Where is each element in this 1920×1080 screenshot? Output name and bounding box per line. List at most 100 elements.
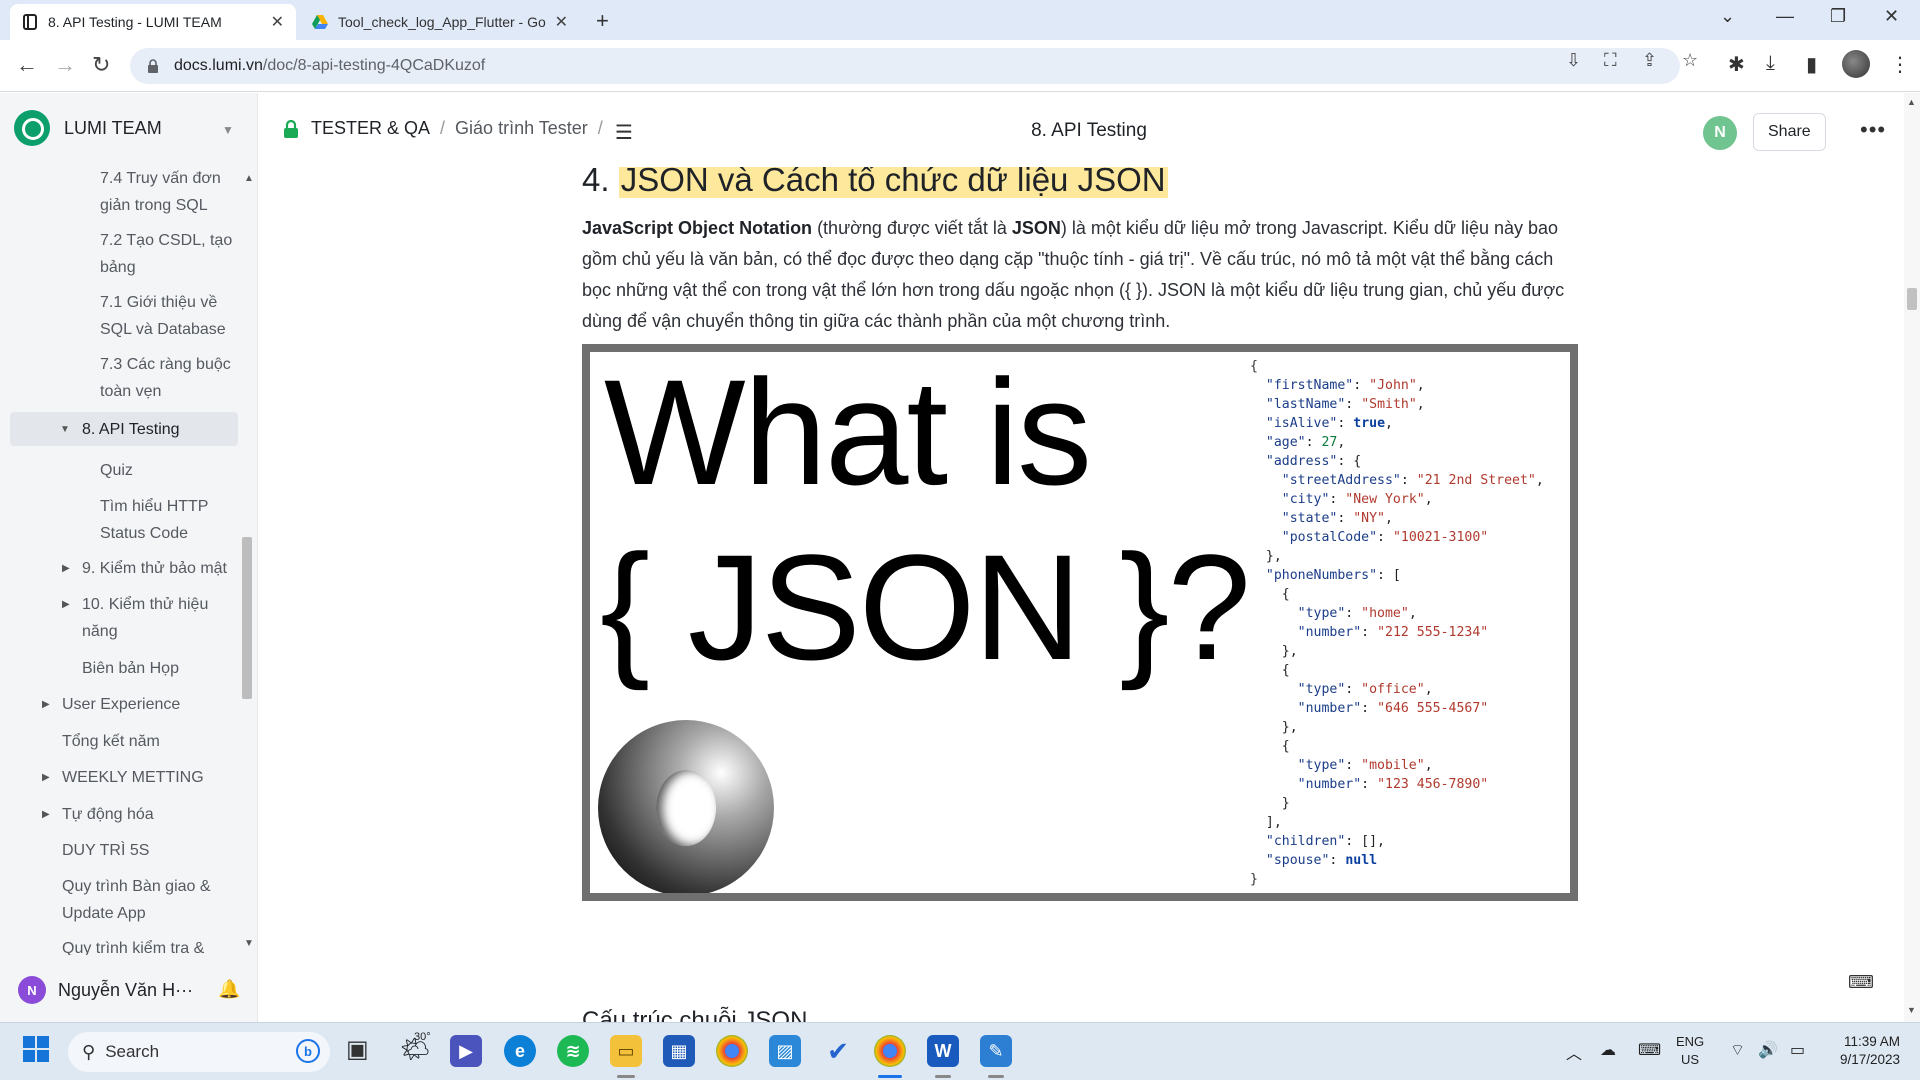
show-hidden-icons-icon[interactable]: ︿ [1566,1040,1582,1064]
url-host: docs.lumi.vn [174,57,263,74]
battery-icon[interactable]: ▭ [1790,1040,1805,1060]
heading-text: JSON và Cách tổ chức dữ liệu JSON [618,167,1168,198]
share-page-icon[interactable]: ⇪ [1642,50,1657,71]
bing-icon[interactable]: b [296,1039,320,1063]
taskbar-search[interactable]: ⚲ Search b [68,1032,330,1072]
collapsed-triangle-icon[interactable]: ▶ [62,563,70,574]
download-icon[interactable]: ⤓ [1766,52,1775,75]
collapsed-triangle-icon[interactable]: ▶ [42,699,50,710]
sidebar-item-http-status[interactable]: Tìm hiểu HTTP Status Code [100,493,208,547]
tab-api-testing[interactable]: 8. API Testing - LUMI TEAM ✕ [10,4,296,40]
google-drive-icon [312,14,328,30]
collapsed-triangle-icon[interactable]: ▶ [42,809,50,820]
region-code: US [1681,1052,1700,1067]
page-scrollbar[interactable]: ▲ ▼ [1904,93,1920,1022]
edge-icon[interactable]: e [504,1035,536,1067]
expanded-triangle-icon[interactable]: ▼ [60,416,70,443]
sidebar-scrollbar-thumb[interactable] [242,537,252,699]
sidebar-item-7-3[interactable]: 7.3 Các ràng buộc toàn vẹn [100,351,231,405]
language-code: ENG [1676,1034,1705,1049]
sidebar-item-weekly-metting[interactable]: WEEKLY METTING [62,764,204,791]
sidebar-item-7-2[interactable]: 7.2 Tạo CSDL, tạo bảng [100,227,232,281]
page-scroll-down-icon[interactable]: ▼ [1907,1005,1916,1015]
sidebar-item-label: DUY TRÌ 5S [62,842,150,859]
sidebar-item-year-summary[interactable]: Tổng kết năm [62,728,160,755]
sidebar-item-7-4[interactable]: 7.4 Truy vấn đơn giản trong SQL [100,165,221,219]
task-view-icon[interactable]: ▣ [346,1035,369,1064]
page-scrollbar-thumb[interactable] [1907,288,1917,310]
forward-arrow-icon[interactable]: → [54,52,76,78]
reload-icon[interactable]: ↻ [92,52,110,78]
figure-headline-line1: What is [604,348,1092,516]
tab-search-chevron-icon[interactable]: ⌄ [1720,6,1735,27]
chrome-icon[interactable] [716,1035,748,1067]
sidebar-item-5s[interactable]: DUY TRÌ 5S [62,837,149,864]
sidebar-item-automation[interactable]: Tự động hóa [62,801,154,828]
address-bar[interactable]: docs.lumi.vn/doc/8-api-testing-4QCaDKuzo… [130,48,1680,84]
sidebar-item-handover[interactable]: Quy trình Bàn giao & Update App [62,873,211,927]
close-tab-icon[interactable]: ✕ [271,12,284,32]
notification-bell-icon[interactable]: 🔔 [218,979,240,1000]
sidebar-item-security-testing[interactable]: 9. Kiểm thử bảo mật [82,555,227,582]
language-indicator[interactable]: ENG US [1676,1033,1704,1069]
bookmark-star-icon[interactable]: ☆ [1682,50,1698,71]
share-button[interactable]: Share [1753,113,1826,151]
back-arrow-icon[interactable]: ← [16,52,38,78]
extensions-icon[interactable]: ✱ [1728,52,1745,77]
microsoft-store-icon[interactable]: ▦ [663,1035,695,1067]
browser-menu-icon[interactable]: ⋮ [1890,52,1910,77]
sidebar: LUMI TEAM ▼ 7.4 Truy vấn đơn giản trong S… [0,93,258,1022]
minimize-icon[interactable]: — [1776,6,1794,27]
chrome-profile-icon[interactable] [874,1035,906,1067]
user-avatar: N [18,976,46,1004]
paint-app-icon[interactable]: ✎ [980,1035,1012,1067]
collapsed-triangle-icon[interactable]: ▶ [42,772,50,783]
profile-avatar[interactable] [1842,50,1870,78]
sidebar-item-quiz[interactable]: Quiz [100,457,133,484]
workspace-switcher[interactable]: LUMI TEAM [14,110,162,146]
side-panel-icon[interactable]: ▮ [1806,52,1817,77]
keyboard-layout-icon[interactable]: ⌨ [1638,1040,1661,1060]
close-tab-icon[interactable]: ✕ [555,12,568,32]
onedrive-cloud-icon[interactable]: ☁ [1600,1040,1616,1060]
word-icon[interactable]: W [927,1035,959,1067]
bold-term: JSON [1011,218,1061,238]
running-indicator [617,1075,635,1078]
collapsed-triangle-icon[interactable]: ▶ [62,599,70,610]
sidebar-item-label: 10. Kiểm thử hiệu [82,596,209,613]
current-user[interactable]: N Nguyễn Văn H··· [18,976,193,1004]
sidebar-item-label: Quy trình kiểm tra & [62,940,205,955]
sidebar-item-performance-testing[interactable]: 10. Kiểm thử hiệu năng [82,591,208,645]
photos-icon[interactable]: ▨ [769,1035,801,1067]
lock-icon [148,59,158,73]
translate-icon[interactable]: ⛶ [1604,50,1617,71]
todo-icon[interactable]: ✔ [822,1035,854,1067]
sidebar-item-user-experience[interactable]: User Experience [62,691,180,718]
windows-start-icon[interactable] [22,1035,50,1070]
browser-toolbar: ← → ↻ docs.lumi.vn/doc/8-api-testing-4QC… [0,40,1920,92]
close-window-icon[interactable]: ✕ [1884,6,1899,27]
more-options-icon[interactable]: ••• [1860,117,1886,143]
wifi-icon[interactable]: ⌔ [1730,1040,1745,1060]
file-explorer-icon[interactable]: ▭ [610,1035,642,1067]
sidebar-item-meeting-minutes[interactable]: Biên bản Họp [82,655,179,682]
chevron-down-icon[interactable]: ▼ [222,123,234,137]
teams-chat-icon[interactable]: ▶ [450,1035,482,1067]
system-clock[interactable]: 11:39 AM 9/17/2023 [1828,1033,1900,1069]
maximize-icon[interactable]: ❐ [1830,6,1846,27]
page-scroll-up-icon[interactable]: ▲ [1907,97,1916,107]
new-tab-icon[interactable]: + [596,8,609,34]
collaborator-avatar[interactable]: N [1703,116,1737,150]
volume-icon[interactable]: 🔊 [1758,1040,1778,1060]
sidebar-scroll-down-icon[interactable]: ▼ [244,938,254,949]
sidebar-item-check-process[interactable]: Quy trình kiểm tra & [62,935,204,955]
url-path: /doc/8-api-testing-4QCaDKuzof [262,57,486,74]
tab-tool-check-log[interactable]: Tool_check_log_App_Flutter - Go ✕ [300,4,580,40]
spotify-icon[interactable]: ≋ [557,1035,589,1067]
sidebar-item-7-1[interactable]: 7.1 Giới thiệu về SQL và Database [100,289,226,343]
sidebar-item-api-testing[interactable]: ▼ 8. API Testing [10,412,238,446]
sidebar-item-label: User Experience [62,696,181,713]
sidebar-scroll-up-icon[interactable]: ▲ [244,173,254,184]
keyboard-shortcuts-icon[interactable]: ⌨ [1848,972,1874,993]
install-app-icon[interactable]: ⇩ [1566,50,1581,71]
